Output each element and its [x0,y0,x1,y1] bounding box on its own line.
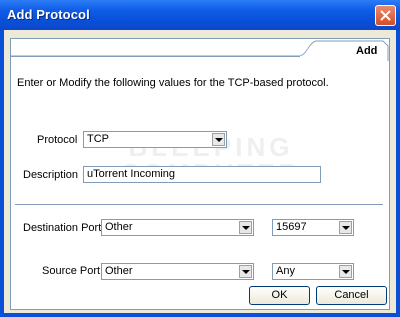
source-port-value-select[interactable]: Any [272,263,354,280]
protocol-label: Protocol [37,134,78,146]
chevron-down-icon [342,226,350,230]
ok-button[interactable]: OK [249,286,310,305]
source-port-value-dropdown-button[interactable] [339,265,352,278]
dialog-client-area: Add BLEEPING COMPUTER Enter or Modify th… [4,30,396,313]
add-protocol-dialog: Add Protocol Add BLEEPING COMPUTER Enter… [0,0,400,317]
close-icon [380,10,391,21]
source-port-type-value: Other [105,265,133,277]
destination-port-value-dropdown-button[interactable] [339,221,352,234]
source-port-type-select[interactable]: Other [101,263,254,280]
section-divider [15,204,383,205]
destination-port-value: 15697 [276,221,307,233]
chevron-down-icon [242,226,250,230]
protocol-select[interactable]: TCP [83,131,227,148]
chevron-down-icon [342,270,350,274]
destination-port-label: Destination Port: [23,222,105,234]
intro-text: Enter or Modify the following values for… [17,77,329,89]
description-field[interactable]: uTorrent Incoming [83,166,321,183]
source-port-type-dropdown-button[interactable] [239,265,252,278]
destination-port-type-select[interactable]: Other [101,219,254,236]
description-value: uTorrent Incoming [87,168,176,180]
tab-header [11,40,389,61]
window-title: Add Protocol [7,7,90,22]
description-label: Description [23,169,79,181]
close-button[interactable] [375,5,396,26]
destination-port-value-select[interactable]: 15697 [272,219,354,236]
tab-add[interactable]: Add [356,45,377,57]
destination-port-type-dropdown-button[interactable] [239,221,252,234]
protocol-value: TCP [87,133,109,145]
protocol-dropdown-button[interactable] [212,133,225,146]
title-bar[interactable]: Add Protocol [0,0,400,30]
add-panel: Add BLEEPING COMPUTER Enter or Modify th… [10,38,390,310]
source-port-value: Any [276,265,295,277]
source-port-label: Source Port: [42,265,104,277]
chevron-down-icon [215,138,223,142]
cancel-button[interactable]: Cancel [316,286,387,305]
chevron-down-icon [242,270,250,274]
destination-port-type-value: Other [105,221,133,233]
